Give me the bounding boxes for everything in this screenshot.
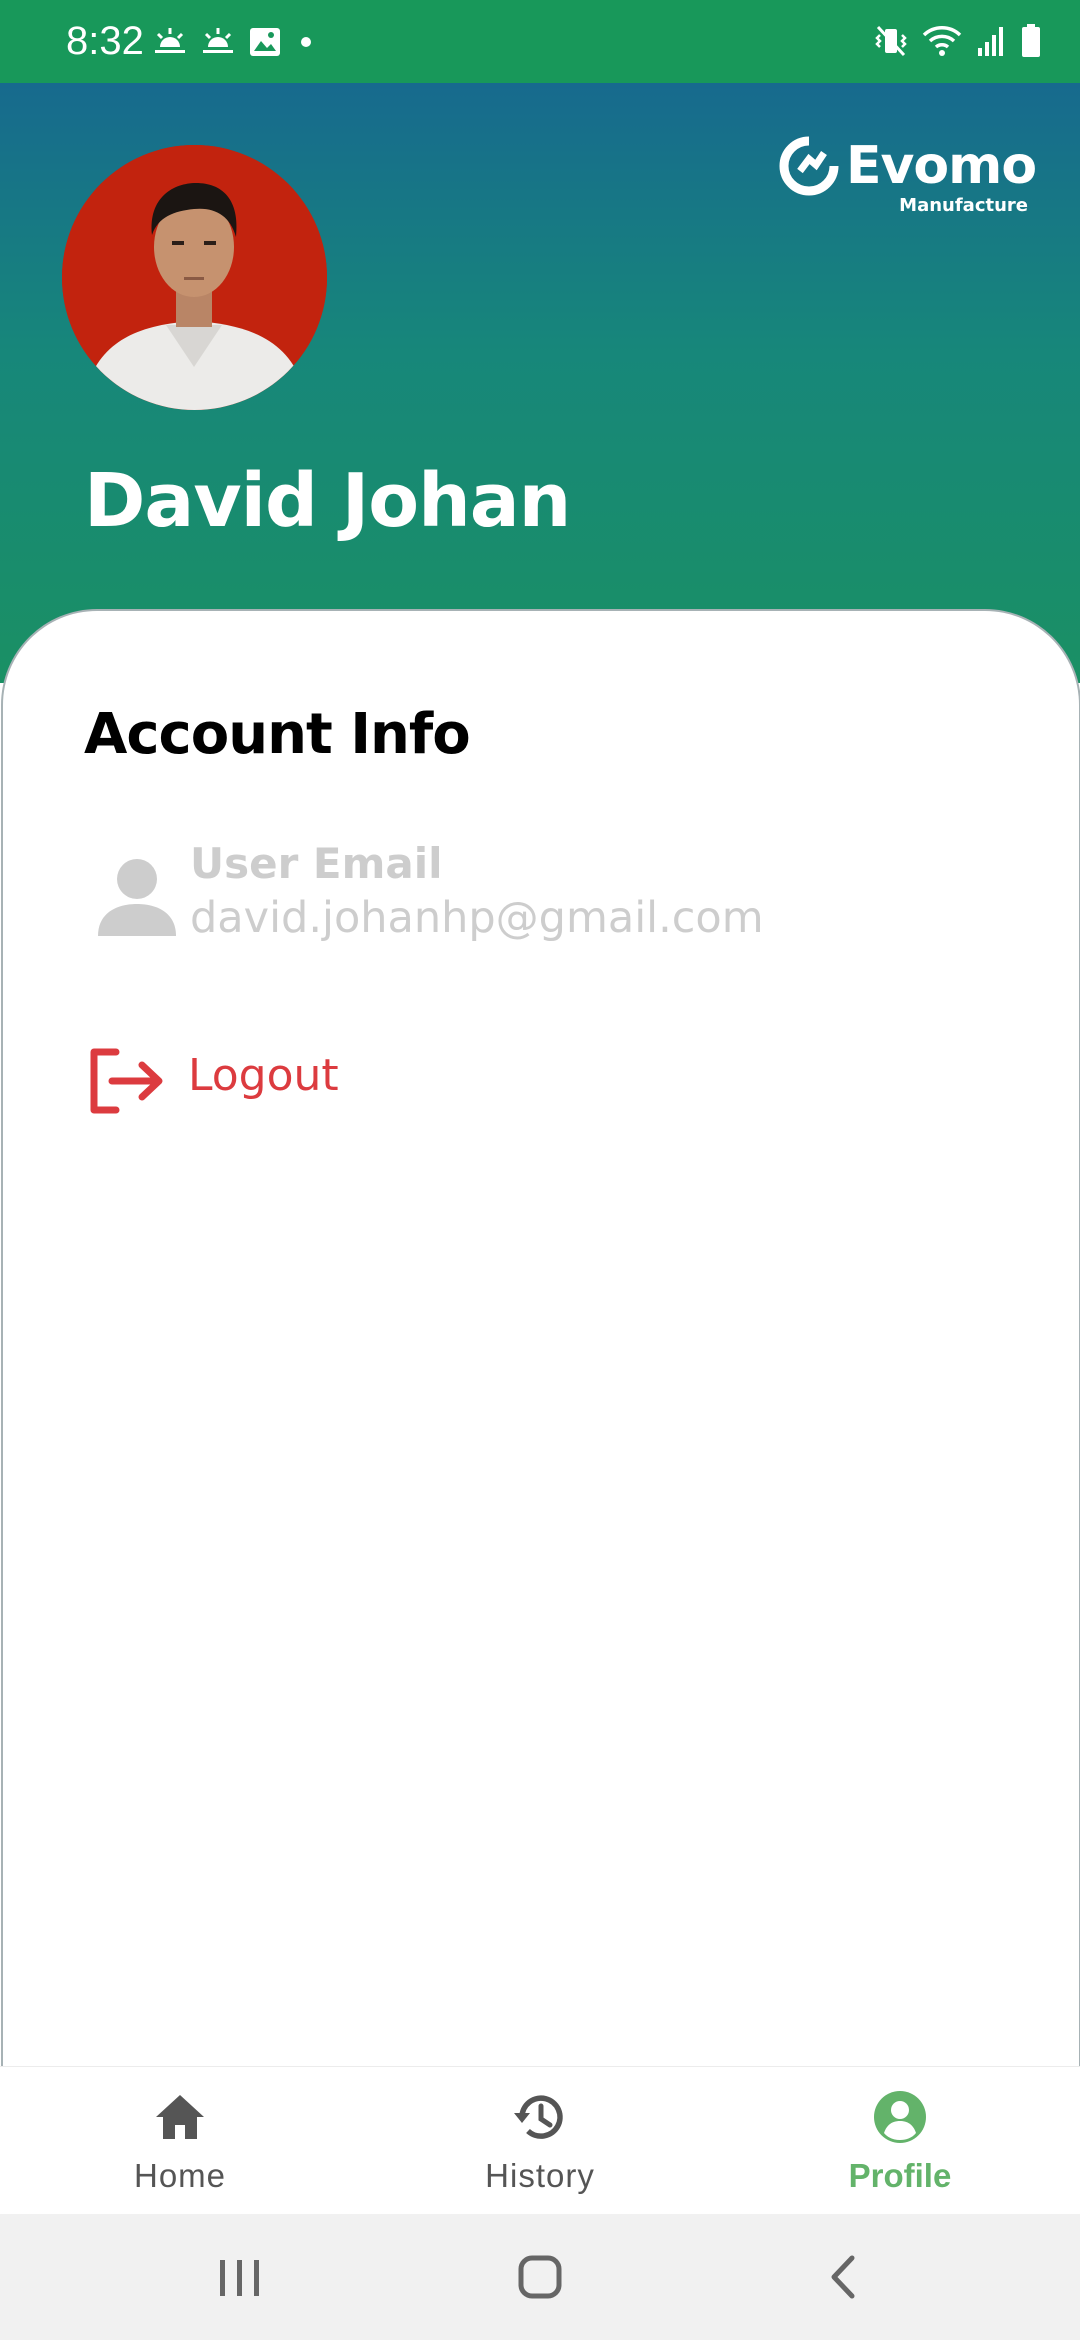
avatar-photo	[62, 145, 327, 410]
wifi-icon	[922, 26, 962, 56]
signal-icon	[978, 27, 1003, 56]
user-email-row: User Email david.johanhp@gmail.com	[92, 838, 992, 948]
weather-sunrise-icon	[203, 28, 233, 53]
battery-icon	[1022, 24, 1040, 57]
email-label: User Email	[190, 839, 443, 888]
status-icons-left	[153, 20, 311, 64]
avatar	[62, 145, 327, 410]
brand-subtitle: Manufacture	[899, 195, 1028, 216]
account-info-title: Account Info	[84, 702, 471, 767]
person-icon	[98, 859, 176, 936]
brand-name: Evomo	[846, 136, 1037, 196]
system-navigation-bar	[0, 2214, 1080, 2340]
logout-label: Logout	[188, 1050, 339, 1101]
vibrate-mute-icon	[875, 25, 907, 57]
status-icons-right	[874, 18, 1042, 64]
evomo-logo-icon	[779, 136, 839, 196]
nav-item-history[interactable]: History	[440, 2067, 640, 2215]
recent-apps-icon[interactable]	[204, 2244, 274, 2310]
nav-label-history: History	[485, 2157, 595, 2194]
brand-logo: Evomo Manufacture	[778, 133, 1037, 223]
nav-label-home: Home	[133, 2157, 227, 2194]
status-bar: 8:32	[0, 0, 1080, 83]
logout-icon	[90, 1048, 163, 1114]
email-value: david.johanhp@gmail.com	[190, 893, 764, 943]
nav-item-profile[interactable]: Profile	[800, 2067, 1000, 2215]
home-icon	[156, 2095, 204, 2139]
profile-icon	[874, 2091, 926, 2143]
notification-dot	[301, 37, 311, 47]
logout-button[interactable]: Logout	[88, 1040, 488, 1120]
status-time: 8:32	[66, 19, 144, 63]
bottom-navigation: Home History Profile	[0, 2066, 1080, 2215]
home-circle-icon[interactable]	[505, 2244, 575, 2310]
nav-label-profile: Profile	[848, 2157, 952, 2194]
weather-sunrise-icon	[155, 28, 185, 53]
history-icon	[514, 2095, 563, 2139]
user-name: David Johan	[84, 458, 571, 544]
nav-item-home[interactable]: Home	[80, 2067, 280, 2215]
image-icon	[250, 28, 280, 56]
back-icon[interactable]	[808, 2244, 878, 2310]
